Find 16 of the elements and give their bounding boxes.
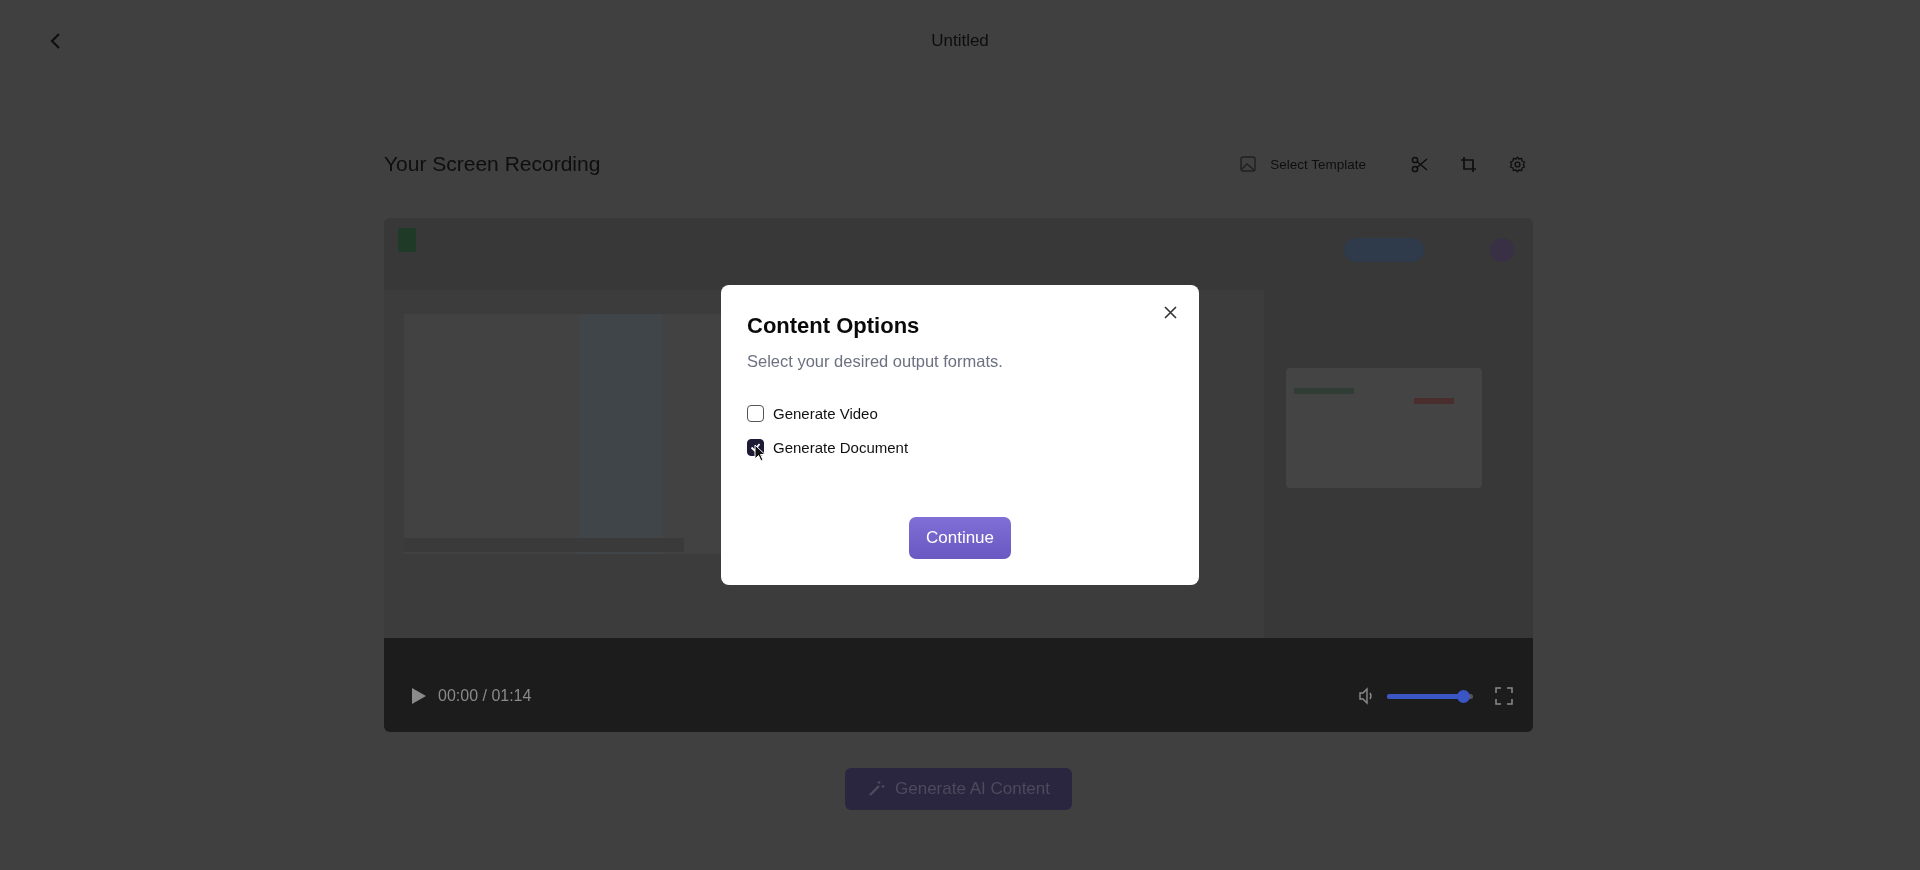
dialog-subtitle: Select your desired output formats. bbox=[747, 352, 1004, 371]
image-icon bbox=[1240, 156, 1257, 172]
checkbox-label[interactable]: Generate Video bbox=[773, 405, 878, 422]
settings-icon bbox=[1508, 155, 1526, 173]
scissors-icon bbox=[1410, 155, 1428, 173]
mouse-pointer-icon bbox=[754, 444, 766, 462]
close-icon bbox=[1163, 305, 1177, 319]
continue-button[interactable]: Continue bbox=[908, 517, 1012, 559]
crop-icon bbox=[1459, 155, 1477, 173]
checkbox[interactable] bbox=[747, 405, 764, 422]
checkbox-label[interactable]: Generate Document bbox=[773, 439, 909, 456]
magic-wand-icon bbox=[867, 780, 885, 798]
fullscreen-button[interactable] bbox=[1495, 687, 1513, 705]
dialog-title: Content Options bbox=[747, 313, 921, 339]
fullscreen-icon bbox=[1495, 687, 1513, 705]
video-time: 00:00 / 01:14 bbox=[438, 687, 533, 705]
